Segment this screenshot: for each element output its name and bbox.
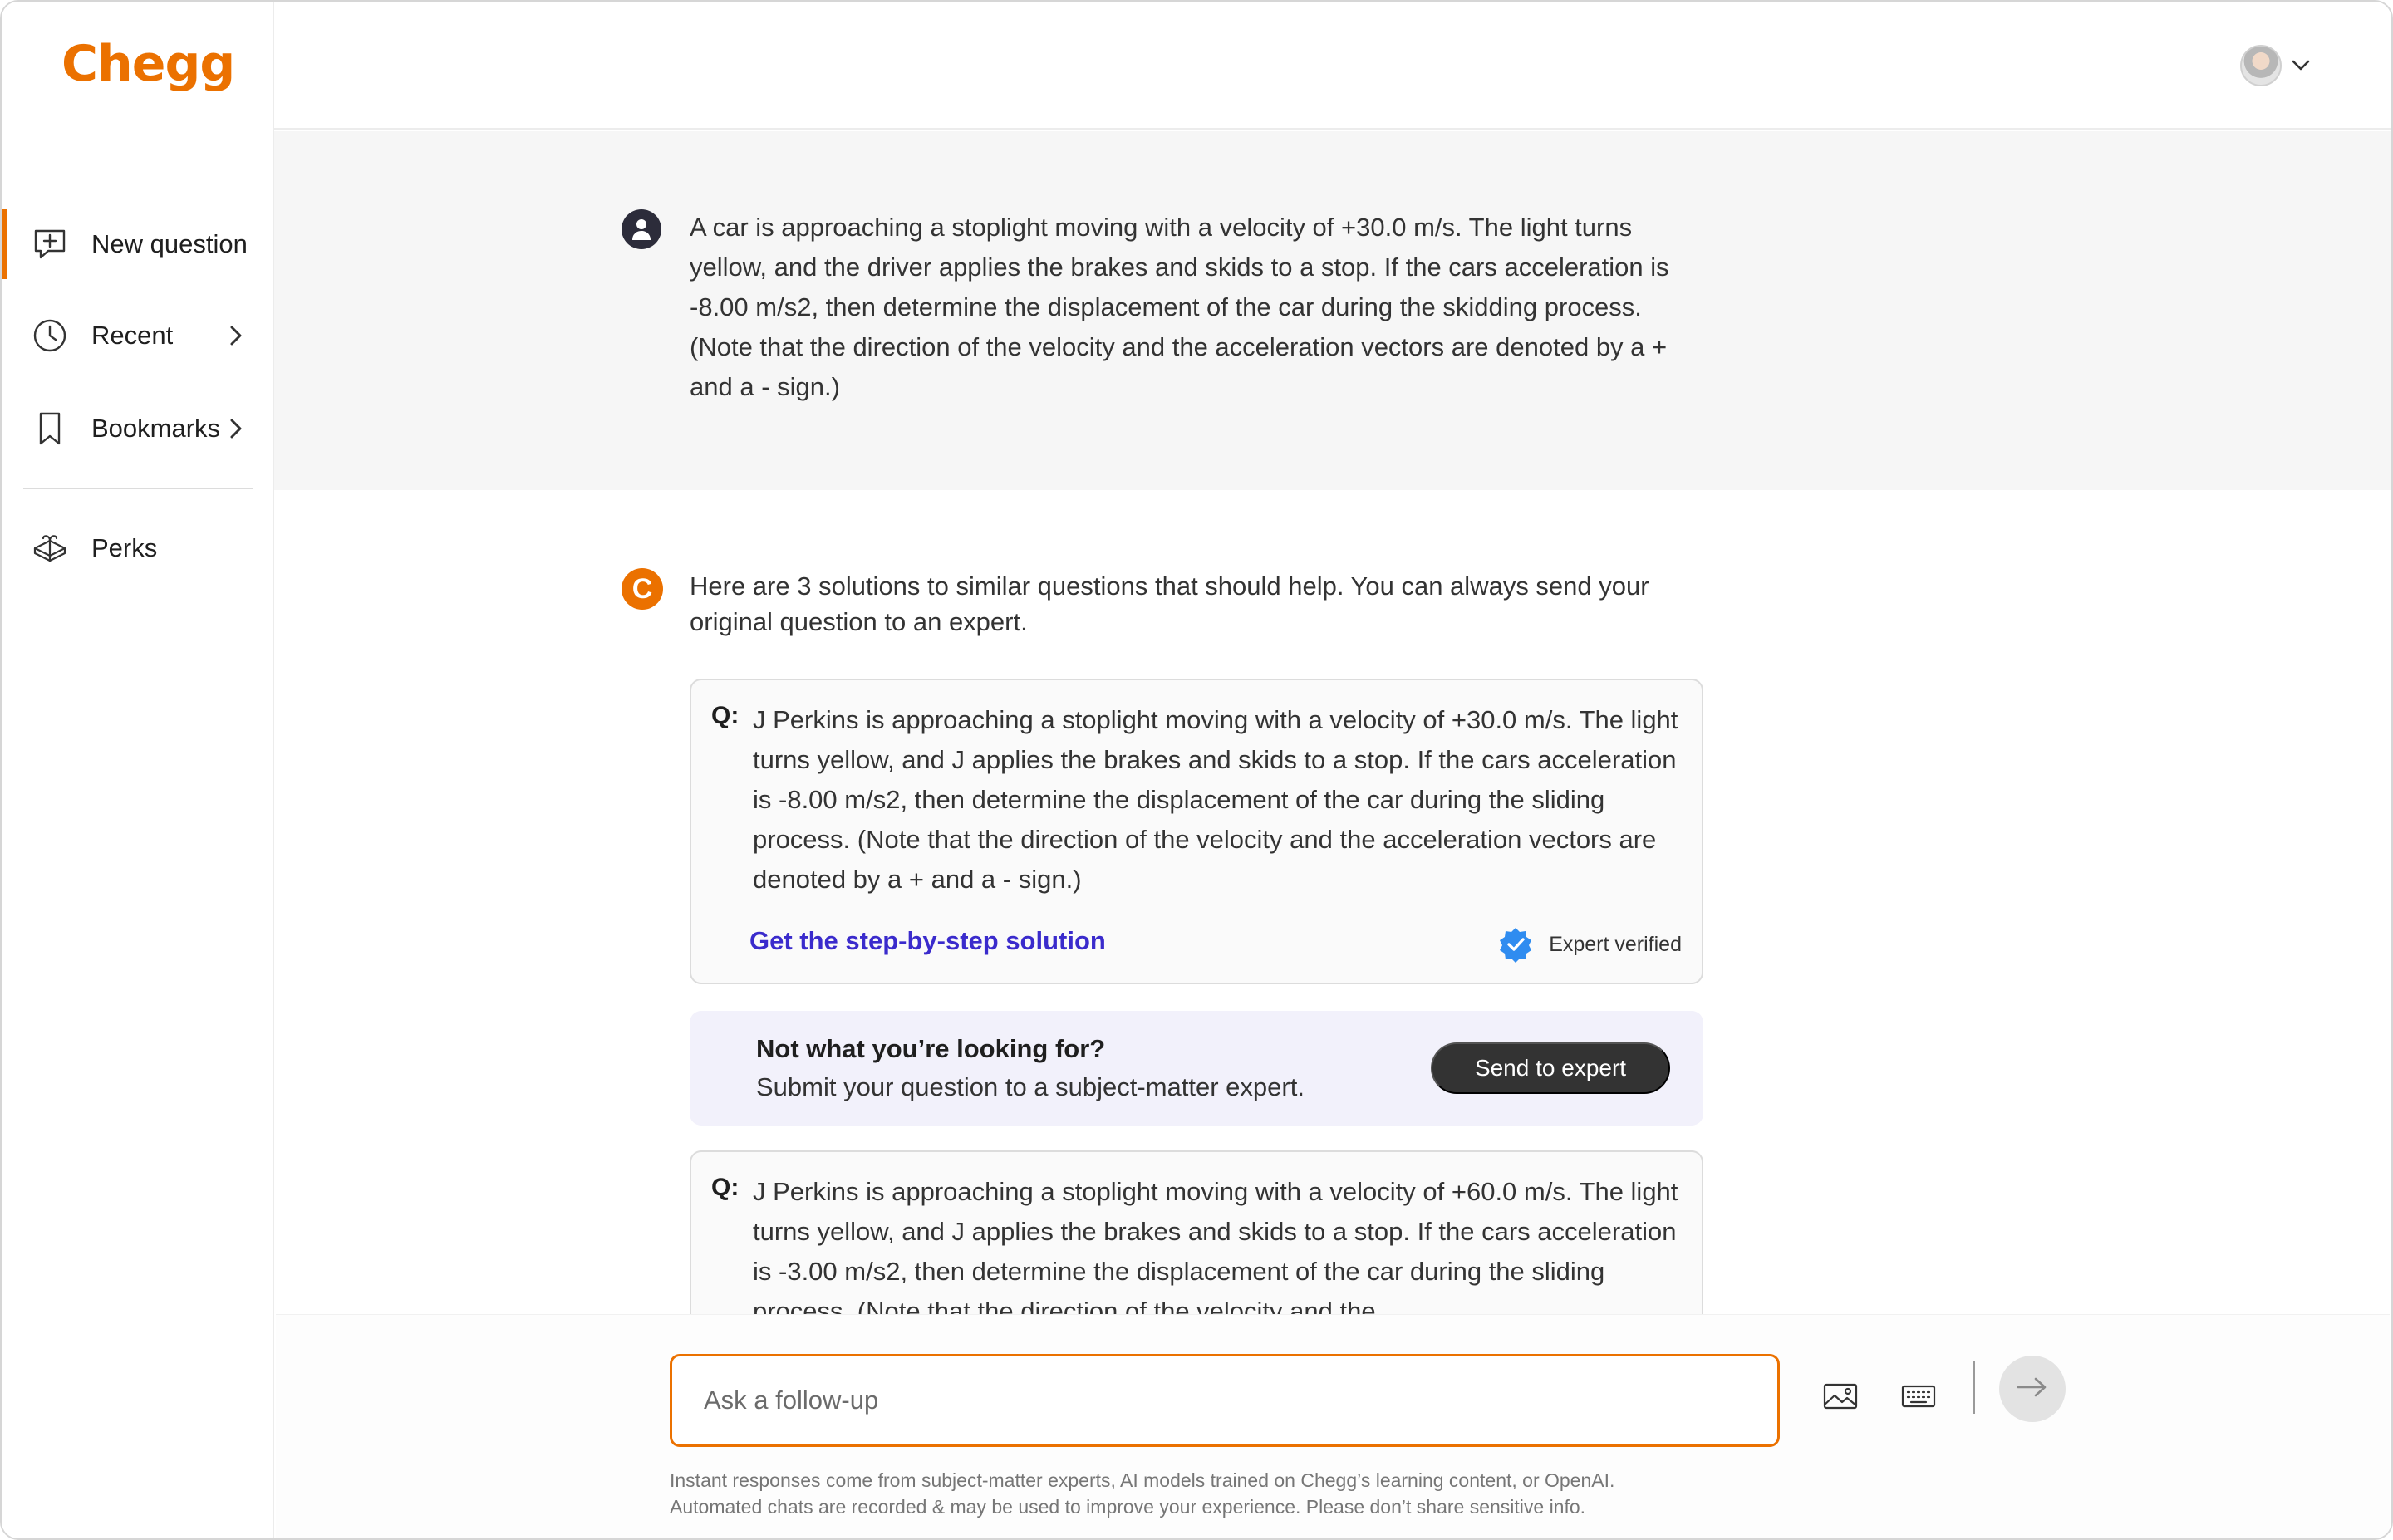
disclaimer-line: Instant responses come from subject-matt…: [670, 1469, 1615, 1491]
image-upload-icon[interactable]: [1811, 1367, 1870, 1425]
gift-icon: [32, 530, 68, 566]
top-header: [274, 2, 2391, 130]
chevron-right-icon: [223, 415, 249, 442]
sidebar-item-label: Perks: [91, 533, 158, 562]
solution-card[interactable]: Q: J Perkins is approaching a stoplight …: [690, 679, 1703, 984]
not-found-title: Not what you’re looking for?: [756, 1034, 1106, 1063]
chegg-c-icon: C: [622, 568, 663, 610]
answer-intro: Here are 3 solutions to similar question…: [690, 571, 1649, 636]
expert-verified-badge: Expert verified: [1497, 926, 1682, 963]
bookmark-icon: [32, 410, 68, 447]
chegg-logo[interactable]: Chegg: [61, 35, 235, 93]
solution-question-text: J Perkins is approaching a stoplight mov…: [753, 705, 1678, 894]
step-by-step-solution-link[interactable]: Get the step-by-step solution: [749, 926, 1106, 956]
sidebar: Chegg New question Recent Bookmarks Perk…: [2, 2, 274, 1538]
sidebar-item-perks[interactable]: Perks: [2, 513, 273, 583]
verified-badge-icon: [1497, 926, 1534, 963]
q-label: Q:: [711, 702, 740, 729]
sidebar-item-new-question[interactable]: New question: [2, 209, 273, 279]
solution-question-text: J Perkins is approaching a stoplight mov…: [753, 1177, 1678, 1326]
user-avatar[interactable]: [2240, 45, 2282, 86]
not-found-banner: Not what you’re looking for? Submit your…: [690, 1011, 1703, 1126]
disclaimer-text: Instant responses come from subject-matt…: [670, 1467, 1833, 1520]
chat-plus-icon: [32, 226, 68, 262]
question-text: A car is approaching a stoplight moving …: [690, 213, 1669, 401]
toolbar-divider: [1973, 1361, 1975, 1414]
send-to-expert-button[interactable]: Send to expert: [1431, 1042, 1670, 1094]
app-window: Chegg New question Recent Bookmarks Perk…: [0, 0, 2393, 1540]
sidebar-item-label: Bookmarks: [91, 414, 221, 443]
not-found-subtitle: Submit your question to a subject-matter…: [756, 1072, 1305, 1101]
chevron-down-icon[interactable]: [2288, 53, 2313, 78]
disclaimer-line: Automated chats are recorded & may be us…: [670, 1496, 1586, 1518]
sidebar-item-recent[interactable]: Recent: [2, 301, 273, 370]
sidebar-item-label: Recent: [91, 321, 174, 350]
arrow-right-icon: [2016, 1375, 2049, 1404]
user-icon: [622, 209, 661, 249]
follow-up-input[interactable]: [670, 1354, 1780, 1447]
q-label: Q:: [711, 1174, 740, 1201]
sidebar-divider: [23, 488, 253, 489]
sidebar-item-label: New question: [91, 229, 248, 258]
send-arrow-button[interactable]: [1999, 1356, 2066, 1422]
keyboard-icon[interactable]: [1889, 1367, 1948, 1425]
sidebar-item-bookmarks[interactable]: Bookmarks: [2, 394, 273, 463]
chevron-right-icon: [223, 322, 249, 349]
clock-icon: [32, 317, 68, 354]
expert-verified-label: Expert verified: [1549, 932, 1682, 956]
